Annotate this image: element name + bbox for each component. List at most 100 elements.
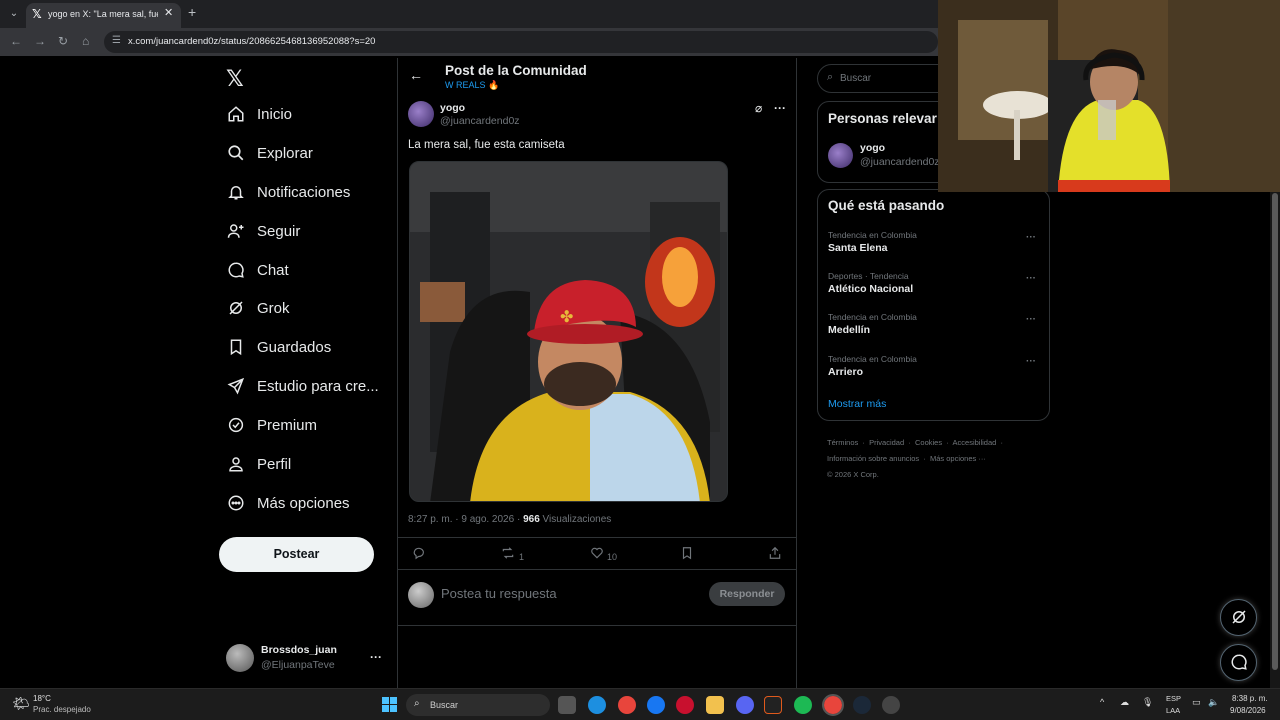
person-name[interactable]: yogo — [860, 142, 885, 154]
bookmark-action[interactable] — [680, 546, 694, 563]
repost-action[interactable]: 1 — [500, 546, 524, 563]
community-link[interactable]: W REALS 🔥 — [445, 80, 499, 91]
weather-icon[interactable]: 🌤 — [12, 695, 30, 712]
reply-input[interactable]: Postea tu respuesta — [441, 586, 557, 601]
footer-link[interactable]: Accesibilidad — [953, 438, 997, 447]
search-placeholder: Buscar — [840, 73, 872, 84]
taskbar-search-placeholder: Buscar — [430, 700, 459, 710]
nav-item-chat[interactable]: Chat — [226, 257, 386, 287]
trend-context: Tendencia en Colombia — [828, 312, 917, 322]
trend-name: Atlético Nacional — [828, 283, 914, 295]
post-button[interactable]: Postear — [219, 537, 374, 572]
spotify-icon[interactable] — [794, 696, 812, 714]
nav-item-perfil[interactable]: Perfil — [226, 451, 386, 481]
steam-icon[interactable] — [853, 696, 871, 714]
author-name[interactable]: yogo — [440, 102, 465, 114]
obs-icon[interactable] — [882, 696, 900, 714]
heart-icon — [591, 547, 603, 559]
opera-icon[interactable] — [676, 696, 694, 714]
nav-item-guardados[interactable]: Guardados — [226, 334, 386, 364]
copyright: © 2026 X Corp. — [827, 470, 879, 479]
x-logo-icon[interactable]: 𝕏 — [226, 66, 244, 92]
discord-icon[interactable] — [736, 696, 754, 714]
grok-fab-button[interactable] — [1220, 599, 1257, 636]
author-handle[interactable]: @juancardend0z — [440, 115, 520, 127]
bell-icon — [226, 183, 246, 203]
account-switcher[interactable]: Brossdos_juan @EljuanpaTeve ··· — [226, 642, 391, 676]
reply-action[interactable] — [412, 546, 426, 563]
trend-item[interactable]: Tendencia en Colombia Medellín ··· — [828, 312, 1043, 344]
nav-item-explorar[interactable]: Explorar — [226, 140, 386, 170]
home-browser-icon[interactable]: ⌂ — [82, 34, 89, 48]
editor-app-icon[interactable] — [764, 696, 782, 714]
more-icon[interactable]: ··· — [1026, 356, 1036, 367]
grok-icon[interactable]: ⌀ — [755, 101, 762, 115]
chrome-active-icon[interactable] — [822, 694, 844, 716]
trend-item[interactable]: Deportes · Tendencia Atlético Nacional ·… — [828, 271, 1043, 303]
nav-label: Explorar — [257, 145, 313, 162]
more-icon[interactable]: ··· — [774, 101, 786, 115]
more-icon[interactable]: ··· — [1026, 273, 1036, 284]
browser-tab[interactable]: 𝕏 yogo en X: "La mera sal, fue est ✕ — [26, 3, 181, 28]
like-action[interactable]: 10 — [590, 546, 617, 563]
forward-nav-icon[interactable]: → — [34, 34, 46, 48]
nav-item-grok[interactable]: Grok — [226, 295, 386, 325]
footer-link[interactable]: Términos — [827, 438, 858, 447]
more-icon[interactable]: ··· — [1026, 232, 1036, 243]
weather-temperature: 18°C — [33, 694, 51, 703]
nav-item-premium[interactable]: Premium — [226, 412, 386, 442]
webcam-overlay — [938, 0, 1280, 192]
footer-link[interactable]: Cookies — [915, 438, 942, 447]
back-arrow-icon[interactable]: ← — [409, 67, 423, 83]
home-icon — [226, 105, 246, 125]
reload-icon[interactable]: ↻ — [58, 34, 68, 48]
language-indicator[interactable]: ESP — [1166, 694, 1181, 703]
chat-fab-button[interactable] — [1220, 644, 1257, 681]
scrollbar-thumb[interactable] — [1272, 193, 1278, 670]
grok-icon — [226, 299, 246, 319]
new-tab-button[interactable]: + — [188, 4, 196, 20]
nav-item-inicio[interactable]: Inicio — [226, 101, 386, 131]
show-more-link[interactable]: Mostrar más — [828, 398, 886, 410]
nav-item-estudio[interactable]: Estudio para cre... — [226, 373, 386, 403]
close-tab-icon[interactable]: ✕ — [164, 6, 176, 19]
back-nav-icon[interactable]: ← — [10, 34, 22, 48]
taskbar-search[interactable]: ⌕ Buscar — [406, 694, 550, 716]
clock-time[interactable]: 8:38 p. m. — [1232, 694, 1268, 703]
site-info-icon[interactable]: ☰ — [112, 35, 121, 46]
post-media[interactable]: ✤ — [409, 161, 728, 502]
tray-chevron-icon[interactable]: ^ — [1100, 697, 1104, 707]
footer-link[interactable]: Información sobre anuncios — [827, 454, 919, 463]
cloud-icon[interactable]: ☁ — [1120, 697, 1129, 708]
file-explorer-icon[interactable] — [706, 696, 724, 714]
footer-link[interactable]: Privacidad — [869, 438, 904, 447]
nav-label: Chat — [257, 262, 289, 279]
nav-item-mas-opciones[interactable]: Más opciones — [226, 490, 386, 520]
url-field[interactable]: ☰ x.com/juancardend0z/status/20866254681… — [104, 31, 938, 53]
reply-button[interactable]: Responder — [709, 582, 785, 606]
avatar[interactable] — [828, 143, 853, 168]
footer-link[interactable]: Más opciones ··· — [930, 454, 986, 463]
chrome-icon[interactable] — [618, 696, 636, 714]
nav-item-notificaciones[interactable]: Notificaciones — [226, 179, 386, 209]
task-view-icon[interactable] — [558, 696, 576, 714]
verified-icon — [226, 416, 246, 436]
post-time[interactable]: 8:27 p. m. · 9 ago. 2026 · — [408, 514, 523, 525]
facebook-icon[interactable] — [647, 696, 665, 714]
trend-item[interactable]: Tendencia en Colombia Santa Elena ··· — [828, 230, 1043, 262]
share-action[interactable] — [768, 546, 782, 563]
volume-icon[interactable]: 🔈 — [1208, 697, 1219, 708]
card-title: Qué está pasando — [828, 198, 945, 213]
microphone-icon[interactable]: 🎙 — [1142, 697, 1153, 708]
trend-item[interactable]: Tendencia en Colombia Arriero ··· — [828, 354, 1043, 386]
monitor-icon[interactable]: ▭ — [1192, 697, 1201, 708]
tab-search-button[interactable]: ⌄ — [6, 6, 22, 22]
edge-icon[interactable] — [588, 696, 606, 714]
more-icon[interactable]: ··· — [1026, 314, 1036, 325]
nav-item-seguir[interactable]: Seguir — [226, 218, 386, 248]
avatar — [226, 644, 254, 672]
windows-start-icon[interactable] — [382, 697, 398, 713]
rocket-icon — [226, 377, 246, 397]
weather-condition: Prac. despejado — [33, 705, 91, 714]
author-avatar[interactable] — [408, 101, 434, 127]
